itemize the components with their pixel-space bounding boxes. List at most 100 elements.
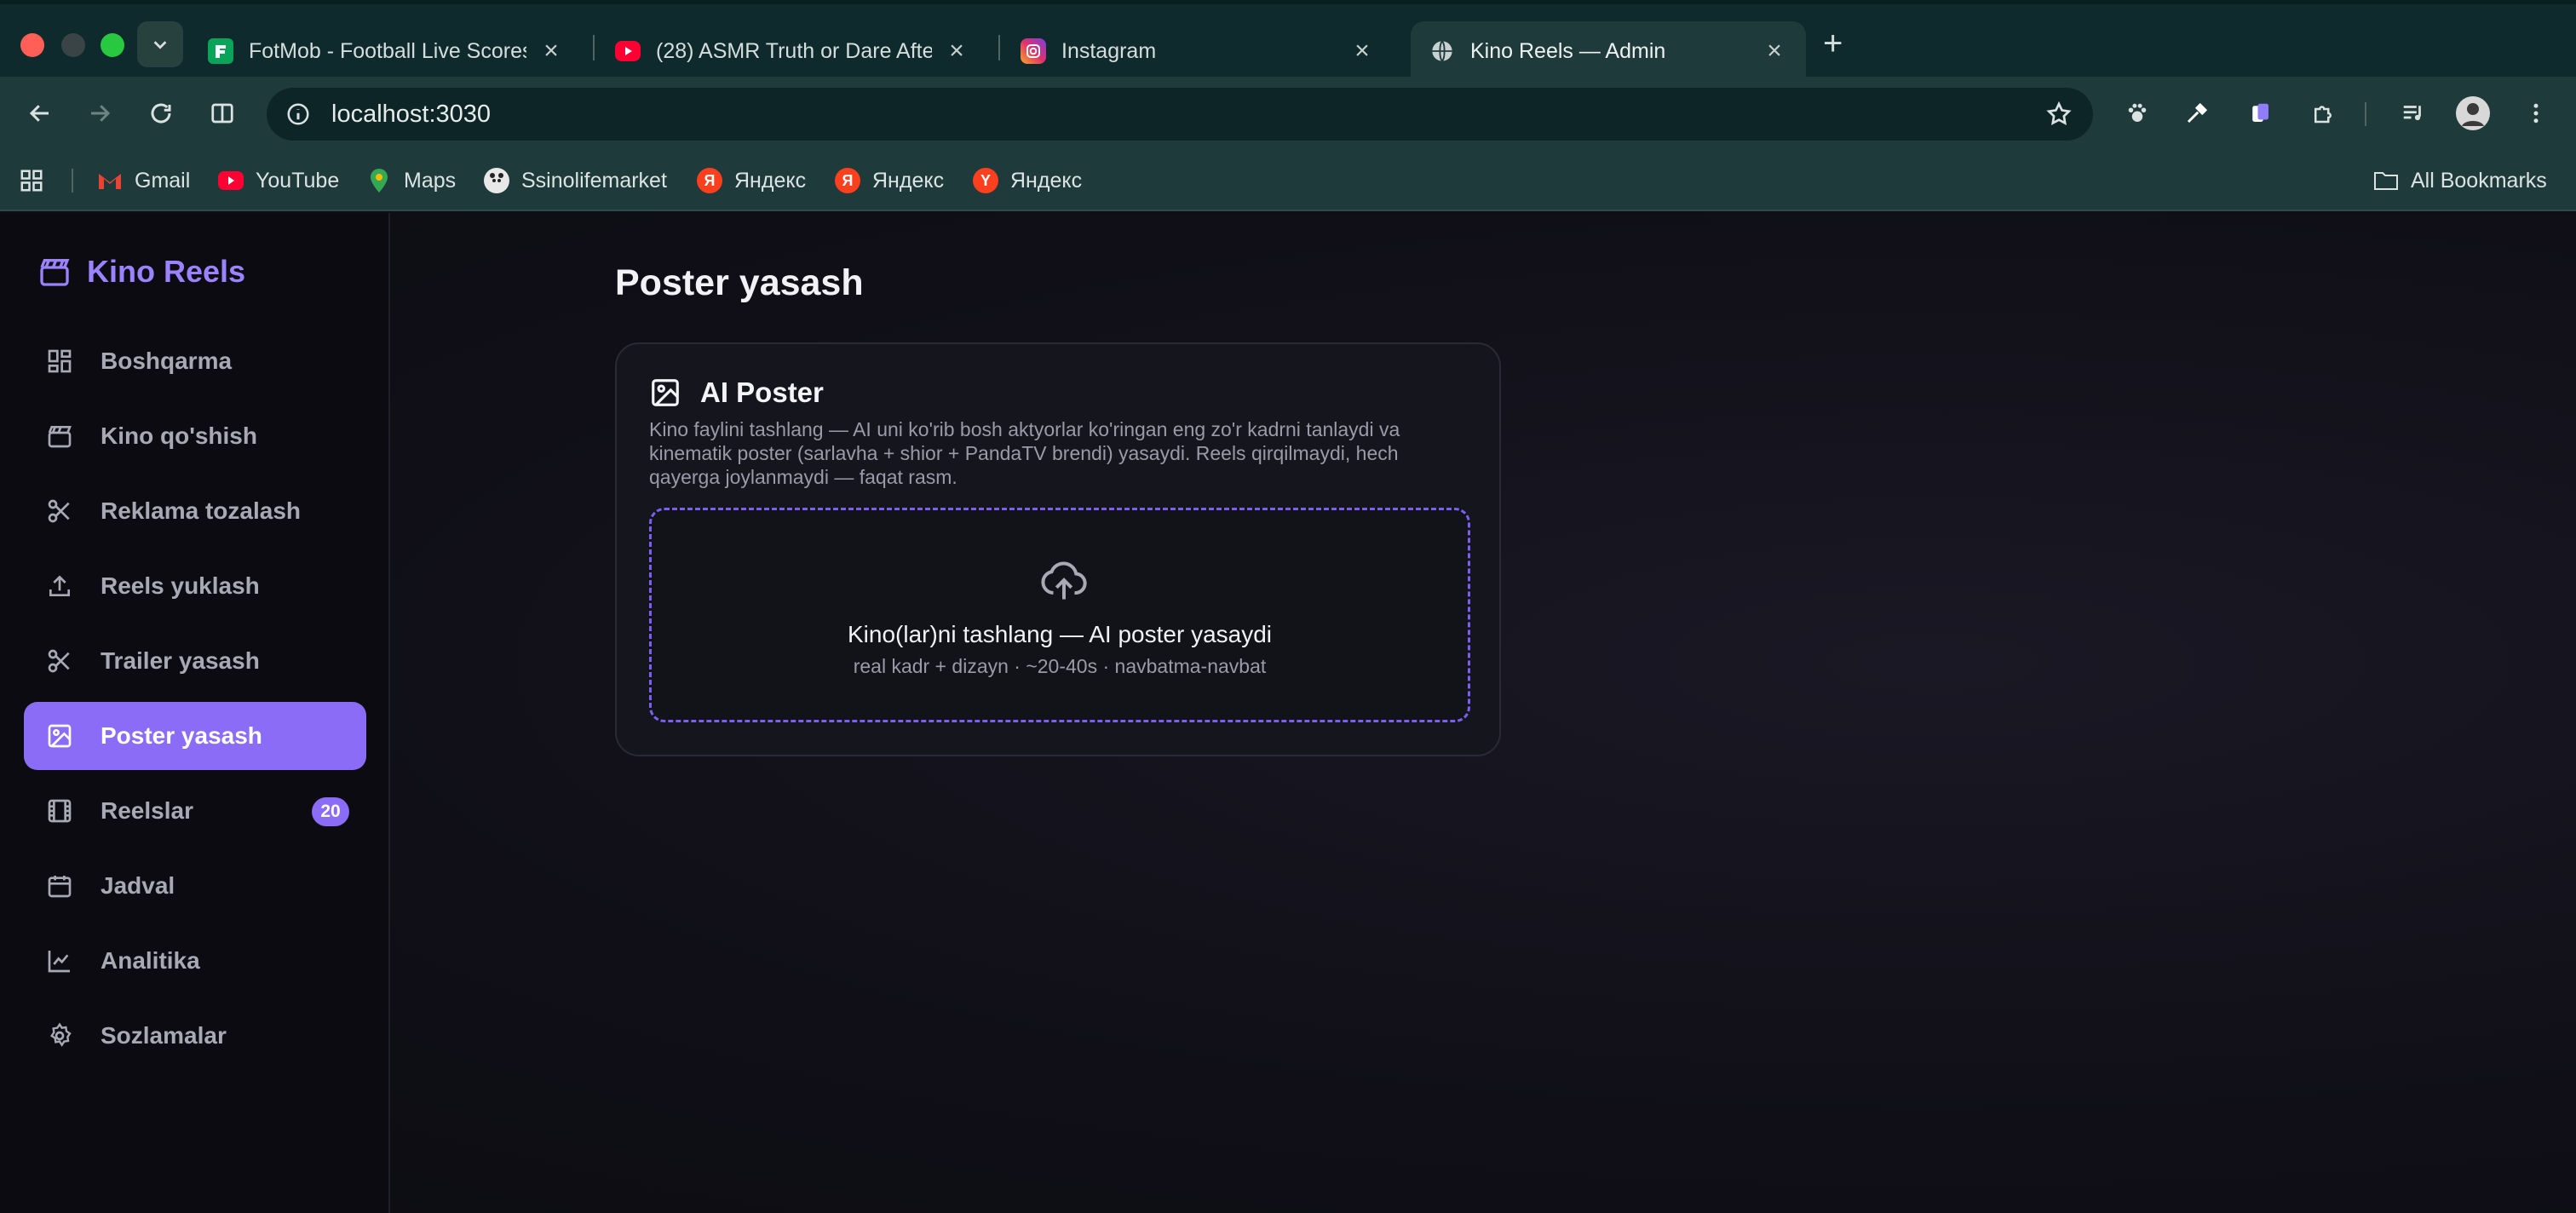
file-dropzone[interactable]: Kino(lar)ni tashlang — AI poster yasaydi… <box>649 508 1470 722</box>
tab-title: Instagram <box>1061 38 1157 63</box>
paw-icon <box>2128 103 2147 122</box>
bookmarks-bar: Gmail YouTube Maps Ssinolifemarket Я Янд… <box>0 150 2576 211</box>
close-tab-icon[interactable]: × <box>944 37 969 66</box>
bookmark-label: Ssinolifemarket <box>521 168 667 193</box>
maximize-window-button[interactable] <box>101 33 124 57</box>
sidebar-item-sozlamalar[interactable]: Sozlamalar <box>24 1002 366 1070</box>
pages-icon <box>2252 103 2268 122</box>
bookmark-maps[interactable]: Maps <box>366 165 456 196</box>
bookmark-youtube[interactable]: YouTube <box>218 165 339 196</box>
close-tab-icon[interactable]: × <box>1349 37 1375 66</box>
close-window-button[interactable] <box>20 33 44 57</box>
bookmark-label: All Bookmarks <box>2411 168 2547 193</box>
tab-title: (28) ASMR Truth or Dare After <box>656 38 932 63</box>
sidebar-item-label: Trailer yasash <box>101 647 260 674</box>
scissors-icon <box>44 496 75 526</box>
tab-search-button[interactable] <box>137 21 183 67</box>
tab-title: FotMob - Football Live Scores <box>249 38 526 63</box>
site-info-icon[interactable] <box>285 101 311 127</box>
folder-icon <box>2373 168 2399 193</box>
sidebar-item-trailer-yasash[interactable]: Trailer yasash <box>24 627 366 695</box>
gear-icon <box>44 1020 75 1051</box>
ai-poster-card: AI Poster Kino faylini tashlang — AI uni… <box>615 342 1501 756</box>
sidebar-item-boshqarma[interactable]: Boshqarma <box>24 327 366 395</box>
tab-title: Kino Reels — Admin <box>1470 38 1666 63</box>
browser-tab-bar: FotMob - Football Live Scores × (28) ASM… <box>0 0 2576 81</box>
split-view-icon <box>211 103 233 124</box>
instagram-icon <box>1021 38 1046 64</box>
chevron-down-icon <box>153 41 167 49</box>
bookmark-label: Maps <box>404 168 457 193</box>
brand[interactable]: Kino Reels <box>37 254 245 290</box>
browser-toolbar: localhost:3030 <box>0 77 2576 150</box>
image-icon <box>652 379 679 406</box>
card-description: Kino faylini tashlang — AI uni ko'rib bo… <box>649 418 1400 488</box>
card-header: AI Poster <box>649 377 824 409</box>
yandex-browser-icon: Y <box>973 168 998 193</box>
sidebar: Kino Reels Boshqarma Kino qo'shish Rekla… <box>0 213 390 1213</box>
close-tab-icon[interactable]: × <box>1762 37 1787 66</box>
split-view-button[interactable] <box>203 94 242 133</box>
sidebar-item-reelslar[interactable]: Reelslar 20 <box>24 777 366 845</box>
sidebar-item-jadval[interactable]: Jadval <box>24 852 366 920</box>
chart-icon <box>44 946 75 976</box>
more-vertical-icon <box>2533 103 2539 124</box>
sidebar-item-label: Boshqarma <box>101 348 233 374</box>
close-tab-icon[interactable]: × <box>538 37 564 66</box>
profile-avatar[interactable] <box>2453 94 2493 133</box>
extension-paw-button[interactable] <box>2118 94 2157 133</box>
sidebar-item-label: Reklama tozalash <box>101 497 301 524</box>
extension-eyedropper-button[interactable] <box>2177 94 2217 133</box>
tab-fotmob[interactable]: FotMob - Football Live Scores × <box>189 21 583 81</box>
dropzone-subtitle: real kadr + dizayn · ~20-40s · navbatma-… <box>853 655 1267 677</box>
arrow-left-icon <box>29 105 49 122</box>
media-controls-button[interactable] <box>2394 94 2433 133</box>
calendar-icon <box>44 871 75 901</box>
bookmark-ssinolifemarket[interactable]: Ssinolifemarket <box>484 165 667 196</box>
extension-pages-button[interactable] <box>2240 94 2280 133</box>
sidebar-item-label: Sozlamalar <box>101 1022 227 1049</box>
back-button[interactable] <box>20 94 60 133</box>
sidebar-item-analitika[interactable]: Analitika <box>24 927 366 995</box>
film-icon <box>44 796 75 826</box>
cloud-upload-icon <box>1041 561 1087 600</box>
gmail-icon <box>97 168 123 193</box>
sidebar-item-reklama-tozalash[interactable]: Reklama tozalash <box>24 477 366 545</box>
minimize-window-button[interactable] <box>61 33 85 57</box>
all-bookmarks-button[interactable]: All Bookmarks <box>2373 165 2547 196</box>
brand-name: Kino Reels <box>87 254 246 289</box>
forward-button[interactable] <box>80 94 119 133</box>
tab-instagram[interactable]: Instagram × <box>1002 21 1394 81</box>
clapperboard-icon <box>44 421 75 451</box>
page-title: Poster yasash <box>615 262 864 303</box>
apps-grid-icon <box>20 170 43 192</box>
sidebar-item-label: Jadval <box>101 872 175 899</box>
url-text[interactable]: localhost:3030 <box>331 101 491 129</box>
sidebar-item-label: Poster yasash <box>101 722 262 749</box>
address-bar[interactable]: localhost:3030 <box>267 88 2093 141</box>
upload-icon <box>44 571 75 601</box>
new-tab-button[interactable]: + <box>1823 25 1843 63</box>
browser-menu-button[interactable] <box>2516 94 2556 133</box>
sidebar-item-label: Analitika <box>101 947 200 974</box>
sidebar-item-reels-yuklash[interactable]: Reels yuklash <box>24 552 366 620</box>
sidebar-item-kino-qoshish[interactable]: Kino qo'shish <box>24 402 366 470</box>
dropzone-title: Kino(lar)ni tashlang — AI poster yasaydi <box>847 621 1273 647</box>
bookmark-label: YouTube <box>256 168 340 193</box>
maps-pin-icon <box>366 168 392 193</box>
tab-kino-reels[interactable]: Kino Reels — Admin × <box>1411 21 1806 81</box>
bookmark-star-icon[interactable] <box>2045 101 2073 128</box>
sidebar-item-poster-yasash[interactable]: Poster yasash <box>24 702 366 770</box>
apps-button[interactable] <box>19 165 44 196</box>
yandex-icon: Я <box>697 168 722 193</box>
tab-youtube[interactable]: (28) ASMR Truth or Dare After × <box>596 21 988 81</box>
extensions-button[interactable] <box>2303 94 2343 133</box>
bookmark-label: Gmail <box>135 168 191 193</box>
reload-button[interactable] <box>141 94 181 133</box>
bookmark-label: Яндекс <box>1010 168 1083 193</box>
scissors-icon <box>44 646 75 676</box>
bookmark-yandex-2[interactable]: Я Яндекс <box>835 165 944 196</box>
bookmark-yandex-1[interactable]: Я Яндекс <box>697 165 806 196</box>
bookmark-gmail[interactable]: Gmail <box>97 165 190 196</box>
bookmark-yandex-3[interactable]: Y Яндекс <box>973 165 1082 196</box>
